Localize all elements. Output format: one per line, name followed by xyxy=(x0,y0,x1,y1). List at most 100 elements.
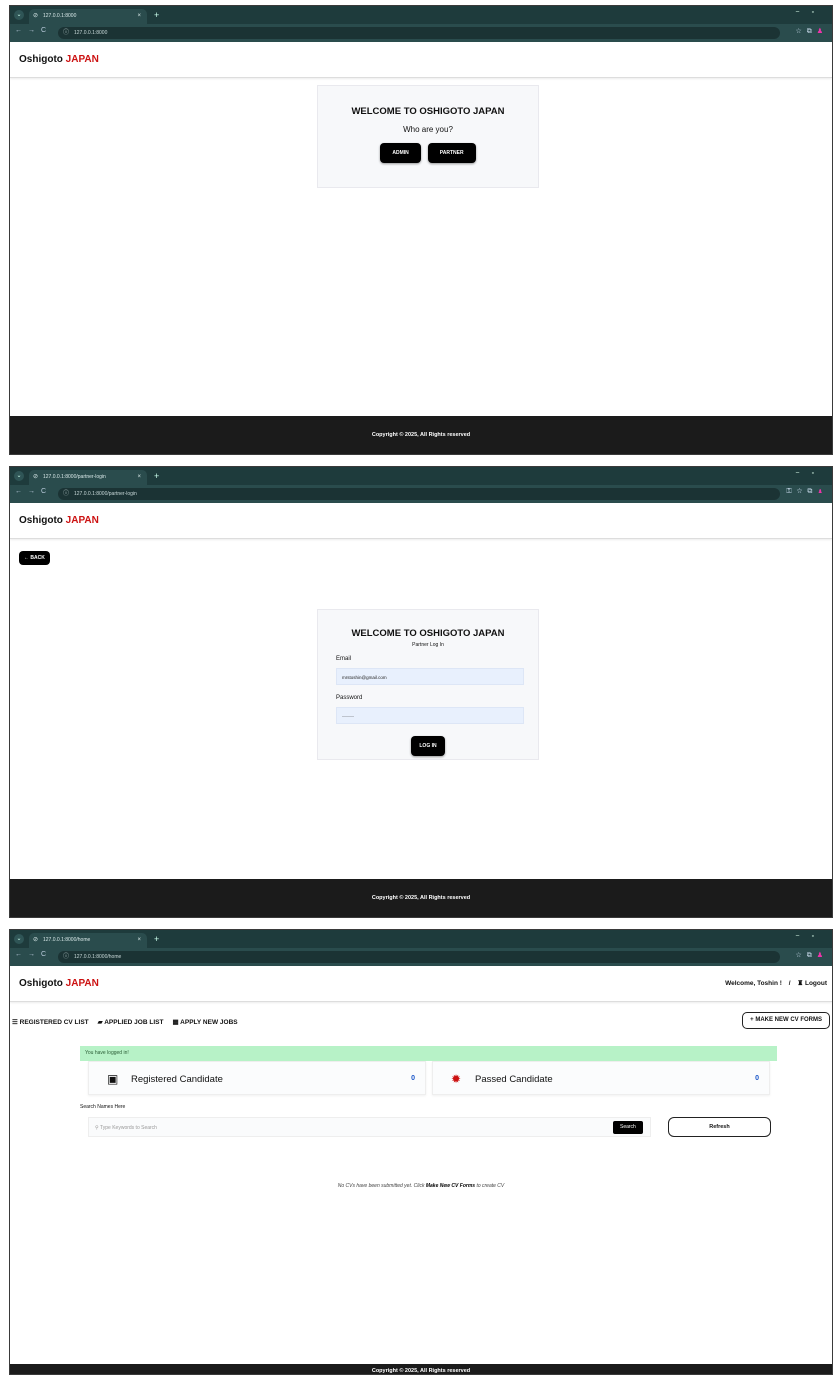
stat-value: 0 xyxy=(755,1075,759,1082)
site-info-icon[interactable]: ⓘ xyxy=(63,488,69,500)
site-footer: Copyright © 2025, All Rights reserved xyxy=(10,416,832,454)
site-logo[interactable]: Oshigoto JAPAN xyxy=(19,515,99,526)
site-footer: Copyright © 2025, All Rights reserved xyxy=(10,1364,832,1374)
make-new-cv-button[interactable]: + MAKE NEW CV FORMS xyxy=(742,1012,830,1029)
brand-name: Oshigoto xyxy=(19,978,63,989)
role-buttons: ADMIN PARTNER xyxy=(318,143,538,163)
brand-name: Oshigoto xyxy=(19,515,63,526)
main-menu: ☰ REGISTERED CV LIST ▰ APPLIED JOB LIST … xyxy=(12,1018,238,1026)
empty-suffix: to create CV xyxy=(476,1183,505,1189)
stat-label: Registered Candidate xyxy=(131,1074,223,1085)
partner-button[interactable]: PARTNER xyxy=(427,143,476,163)
toolbar-icons[interactable]: ☆⧉♟ xyxy=(795,27,828,36)
search-button[interactable]: Search xyxy=(613,1121,643,1134)
empty-state-message: No CVs have been submitted yet. Click Ma… xyxy=(10,1183,832,1189)
menu-registered-cv-list[interactable]: ☰ REGISTERED CV LIST xyxy=(12,1018,89,1026)
close-tab-icon[interactable]: × xyxy=(137,9,141,24)
email-label: Email xyxy=(336,656,352,662)
tab-title: 127.0.0.1:8000/partner-login xyxy=(43,474,106,480)
list-icon: ☰ xyxy=(12,1019,18,1026)
menu-applied-job-list[interactable]: ▰ APPLIED JOB LIST xyxy=(98,1018,164,1026)
nav-buttons[interactable]: ←→C xyxy=(15,488,52,495)
menu-apply-new-jobs[interactable]: ▦ APPLY NEW JOBS xyxy=(172,1018,237,1026)
site-info-icon[interactable]: ⓘ xyxy=(63,951,69,963)
brand-accent: JAPAN xyxy=(65,515,99,526)
new-tab-button[interactable]: + xyxy=(154,9,159,21)
card-subtitle: Partner Log In xyxy=(412,642,444,648)
browser-tab[interactable]: ⊘ 127.0.0.1:8000/partner-login × xyxy=(29,470,147,485)
globe-icon: ⊘ xyxy=(33,474,39,480)
browser-chrome: ⌄ ⊘ 127.0.0.1:8000/partner-login × + −▫ … xyxy=(10,467,832,503)
address-row: ←→C ⓘ 127.0.0.1:8000/partner-login ⚿☆⧉♟ xyxy=(10,485,832,503)
login-alert: You have logged in! xyxy=(80,1046,777,1061)
nav-buttons[interactable]: ←→C xyxy=(15,27,52,34)
site-header: Oshigoto JAPAN xyxy=(10,42,832,78)
stat-value: 0 xyxy=(411,1075,415,1082)
close-tab-icon[interactable]: × xyxy=(137,470,141,485)
screenshot-role-select: ⌄ ⊘ 127.0.0.1:8000 × + −▫ ←→C ⓘ 127.0.0.… xyxy=(9,5,833,455)
browser-tab[interactable]: ⊘ 127.0.0.1:8000/home × xyxy=(29,933,147,948)
logout-label: Logout xyxy=(804,980,827,987)
menu-label: REGISTERED CV LIST xyxy=(19,1019,89,1026)
tab-bar: ⌄ ⊘ 127.0.0.1:8000/partner-login × + −▫ xyxy=(10,467,832,485)
user-icon: ♜ xyxy=(797,980,804,987)
nav-buttons[interactable]: ←→C xyxy=(15,951,52,958)
passed-candidate-card[interactable]: ✹ Passed Candidate 0 xyxy=(432,1061,770,1095)
screenshot-partner-login: ⌄ ⊘ 127.0.0.1:8000/partner-login × + −▫ … xyxy=(9,466,833,918)
page-viewport: Oshigoto JAPAN WELCOME TO OSHIGOTO JAPAN… xyxy=(10,42,832,454)
registered-candidate-card[interactable]: ▣ Registered Candidate 0 xyxy=(88,1061,426,1095)
back-button[interactable]: ← BACK xyxy=(19,551,50,565)
empty-prefix: No CVs have been submitted yet. Click xyxy=(337,1183,425,1189)
refresh-button[interactable]: Refresh xyxy=(668,1117,771,1137)
address-bar[interactable]: ⓘ 127.0.0.1:8000 xyxy=(58,27,780,39)
address-bar[interactable]: ⓘ 127.0.0.1:8000/home xyxy=(58,951,780,963)
site-header: Oshigoto JAPAN Welcome, Toshin ! / ♜ Log… xyxy=(10,966,832,1002)
tab-search-icon[interactable]: ⌄ xyxy=(14,934,24,944)
page-viewport: Oshigoto JAPAN Welcome, Toshin ! / ♜ Log… xyxy=(10,966,832,1374)
card-title: WELCOME TO OSHIGOTO JAPAN xyxy=(351,628,505,639)
password-field[interactable]: ············ xyxy=(336,707,524,724)
id-card-icon: ▣ xyxy=(107,1072,119,1086)
brand-accent: JAPAN xyxy=(65,978,99,989)
card-subtitle: Who are you? xyxy=(403,125,453,134)
window-controls[interactable]: −▫ xyxy=(795,9,826,16)
address-row: ←→C ⓘ 127.0.0.1:8000/home ☆⧉♟ xyxy=(10,948,832,966)
browser-chrome: ⌄ ⊘ 127.0.0.1:8000/home × + −▫ ←→C ⓘ 127… xyxy=(10,930,832,966)
login-button[interactable]: LOG IN xyxy=(411,736,445,756)
close-tab-icon[interactable]: × xyxy=(137,933,141,948)
menu-label: APPLIED JOB LIST xyxy=(104,1019,164,1026)
admin-button[interactable]: ADMIN xyxy=(380,143,421,163)
toolbar-icons[interactable]: ☆⧉♟ xyxy=(795,951,828,960)
search-icon: ⚲ xyxy=(95,1125,99,1131)
search-input[interactable]: ⚲ Type Keywords to Search xyxy=(88,1117,651,1137)
tab-search-icon[interactable]: ⌄ xyxy=(14,471,24,481)
tab-bar: ⌄ ⊘ 127.0.0.1:8000/home × + −▫ xyxy=(10,930,832,948)
toolbar-icons[interactable]: ⚿☆⧉♟ xyxy=(786,488,828,496)
site-logo[interactable]: Oshigoto JAPAN xyxy=(19,978,99,989)
tab-title: 127.0.0.1:8000/home xyxy=(43,937,91,943)
briefcase-icon: ▰ xyxy=(97,1019,103,1026)
menu-label: APPLY NEW JOBS xyxy=(180,1019,238,1026)
site-info-icon[interactable]: ⓘ xyxy=(63,27,69,39)
tab-bar: ⌄ ⊘ 127.0.0.1:8000 × + −▫ xyxy=(10,6,832,24)
address-bar[interactable]: ⓘ 127.0.0.1:8000/partner-login xyxy=(58,488,780,500)
email-field[interactable]: mrstoshin@gmail.com xyxy=(336,668,524,685)
brand-accent: JAPAN xyxy=(65,54,99,65)
tab-search-icon[interactable]: ⌄ xyxy=(14,10,24,20)
site-logo[interactable]: Oshigoto JAPAN xyxy=(19,54,99,65)
logout-link[interactable]: ♜ Logout xyxy=(797,980,827,987)
welcome-text: Welcome, Toshin ! xyxy=(725,980,782,987)
tab-title: 127.0.0.1:8000 xyxy=(43,13,77,19)
new-tab-button[interactable]: + xyxy=(154,933,159,945)
search-label: Search Names Here xyxy=(80,1104,126,1110)
browser-tab[interactable]: ⊘ 127.0.0.1:8000 × xyxy=(29,9,147,24)
site-header: Oshigoto JAPAN xyxy=(10,503,832,539)
make-cv-link[interactable]: Make New CV Forms xyxy=(426,1183,475,1189)
window-controls[interactable]: −▫ xyxy=(795,933,826,940)
address-text: 127.0.0.1:8000/partner-login xyxy=(74,491,137,497)
separator: / xyxy=(788,980,791,987)
new-tab-button[interactable]: + xyxy=(154,470,159,482)
window-controls[interactable]: −▫ xyxy=(795,470,826,477)
building-icon: ▦ xyxy=(172,1019,179,1026)
search-placeholder: Type Keywords to Search xyxy=(99,1125,157,1131)
